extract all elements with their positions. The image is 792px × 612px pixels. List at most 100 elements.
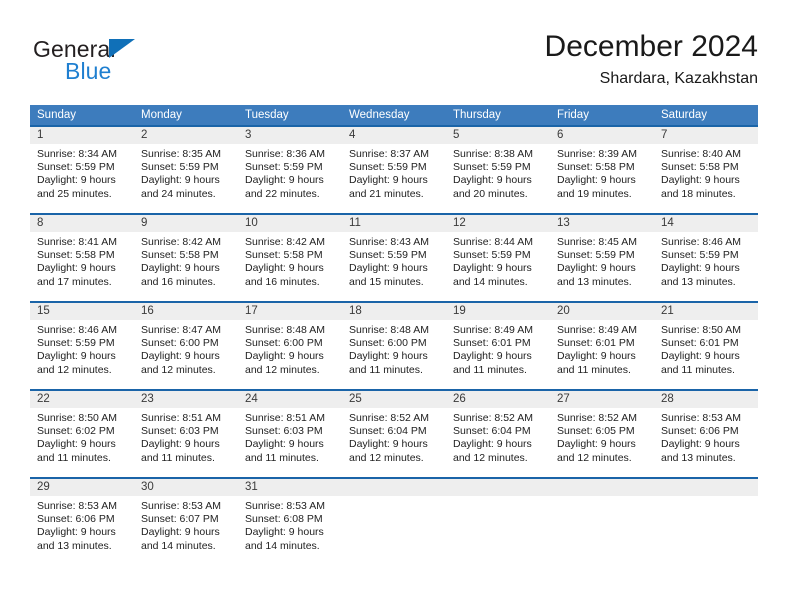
calendar-day-cell[interactable]: 3 Sunrise: 8:36 AM Sunset: 5:59 PM Dayli… bbox=[238, 125, 342, 214]
calendar-day-cell[interactable]: 6 Sunrise: 8:39 AM Sunset: 5:58 PM Dayli… bbox=[550, 125, 654, 214]
sunrise-text: Sunrise: 8:36 AM bbox=[245, 148, 325, 160]
day-number: 7 bbox=[654, 127, 758, 144]
day-details: Sunrise: 8:50 AM Sunset: 6:02 PM Dayligh… bbox=[30, 408, 134, 465]
sunset-text: Sunset: 6:00 PM bbox=[245, 337, 323, 350]
day-details: Sunrise: 8:52 AM Sunset: 6:05 PM Dayligh… bbox=[550, 408, 654, 465]
day-number: 24 bbox=[238, 391, 342, 408]
calendar-day-cell[interactable]: 4 Sunrise: 8:37 AM Sunset: 5:59 PM Dayli… bbox=[342, 125, 446, 214]
calendar-day-cell[interactable]: 24 Sunrise: 8:51 AM Sunset: 6:03 PM Dayl… bbox=[238, 389, 342, 478]
daylight-text-line2: and 24 minutes. bbox=[141, 187, 216, 200]
day-number: 23 bbox=[134, 391, 238, 408]
calendar-day-cell[interactable]: 9 Sunrise: 8:42 AM Sunset: 5:58 PM Dayli… bbox=[134, 213, 238, 302]
day-number: 2 bbox=[134, 127, 238, 144]
general-blue-logo[interactable]: General Blue bbox=[33, 36, 233, 92]
day-details: Sunrise: 8:49 AM Sunset: 6:01 PM Dayligh… bbox=[550, 320, 654, 377]
calendar-day-cell[interactable]: 22 Sunrise: 8:50 AM Sunset: 6:02 PM Dayl… bbox=[30, 389, 134, 478]
daylight-text-line2: and 11 minutes. bbox=[453, 363, 527, 376]
sunrise-text: Sunrise: 8:53 AM bbox=[37, 500, 117, 512]
sunset-text: Sunset: 6:01 PM bbox=[661, 337, 739, 350]
day-details: Sunrise: 8:48 AM Sunset: 6:00 PM Dayligh… bbox=[238, 320, 342, 377]
calendar-day-cell[interactable]: 31 Sunrise: 8:53 AM Sunset: 6:08 PM Dayl… bbox=[238, 477, 342, 566]
calendar-day-cell[interactable]: 2 Sunrise: 8:35 AM Sunset: 5:59 PM Dayli… bbox=[134, 125, 238, 214]
daylight-text-line2: and 11 minutes. bbox=[349, 363, 423, 376]
day-number: 8 bbox=[30, 215, 134, 232]
sunset-text: Sunset: 6:07 PM bbox=[141, 513, 219, 526]
day-number: 19 bbox=[446, 303, 550, 320]
day-details: Sunrise: 8:34 AM Sunset: 5:59 PM Dayligh… bbox=[30, 144, 134, 201]
weekday-header-thursday: Thursday bbox=[446, 105, 550, 126]
day-number: 28 bbox=[654, 391, 758, 408]
daylight-text-line1: Daylight: 9 hours bbox=[245, 526, 324, 539]
calendar-day-cell[interactable]: 25 Sunrise: 8:52 AM Sunset: 6:04 PM Dayl… bbox=[342, 389, 446, 478]
daylight-text-line1: Daylight: 9 hours bbox=[245, 438, 324, 451]
daylight-text-line2: and 12 minutes. bbox=[245, 363, 320, 376]
sunrise-text: Sunrise: 8:48 AM bbox=[245, 324, 325, 336]
calendar-empty-cell bbox=[446, 477, 550, 566]
sunrise-text: Sunrise: 8:39 AM bbox=[557, 148, 637, 160]
calendar-day-cell[interactable]: 23 Sunrise: 8:51 AM Sunset: 6:03 PM Dayl… bbox=[134, 389, 238, 478]
sunset-text: Sunset: 5:59 PM bbox=[141, 161, 219, 174]
day-number: 17 bbox=[238, 303, 342, 320]
sunrise-sunset-calendar-table: Sunday Monday Tuesday Wednesday Thursday… bbox=[30, 105, 758, 566]
day-details: Sunrise: 8:44 AM Sunset: 5:59 PM Dayligh… bbox=[446, 232, 550, 289]
calendar-day-cell[interactable]: 1 Sunrise: 8:34 AM Sunset: 5:59 PM Dayli… bbox=[30, 125, 134, 214]
calendar-day-cell[interactable]: 26 Sunrise: 8:52 AM Sunset: 6:04 PM Dayl… bbox=[446, 389, 550, 478]
calendar-day-cell[interactable]: 18 Sunrise: 8:48 AM Sunset: 6:00 PM Dayl… bbox=[342, 301, 446, 390]
calendar-day-cell[interactable]: 19 Sunrise: 8:49 AM Sunset: 6:01 PM Dayl… bbox=[446, 301, 550, 390]
calendar-day-cell[interactable]: 10 Sunrise: 8:42 AM Sunset: 5:58 PM Dayl… bbox=[238, 213, 342, 302]
calendar-day-cell[interactable]: 29 Sunrise: 8:53 AM Sunset: 6:06 PM Dayl… bbox=[30, 477, 134, 566]
calendar-week-row: 8 Sunrise: 8:41 AM Sunset: 5:58 PM Dayli… bbox=[30, 213, 758, 302]
calendar-day-cell[interactable]: 14 Sunrise: 8:46 AM Sunset: 5:59 PM Dayl… bbox=[654, 213, 758, 302]
weekday-header-wednesday: Wednesday bbox=[342, 105, 446, 126]
calendar-day-cell[interactable]: 5 Sunrise: 8:38 AM Sunset: 5:59 PM Dayli… bbox=[446, 125, 550, 214]
calendar-day-cell[interactable]: 8 Sunrise: 8:41 AM Sunset: 5:58 PM Dayli… bbox=[30, 213, 134, 302]
daylight-text-line1: Daylight: 9 hours bbox=[37, 350, 116, 363]
day-details: Sunrise: 8:43 AM Sunset: 5:59 PM Dayligh… bbox=[342, 232, 446, 289]
calendar-day-cell[interactable]: 15 Sunrise: 8:46 AM Sunset: 5:59 PM Dayl… bbox=[30, 301, 134, 390]
sunset-text: Sunset: 5:59 PM bbox=[453, 249, 531, 262]
daylight-text-line1: Daylight: 9 hours bbox=[453, 438, 532, 451]
sunrise-text: Sunrise: 8:40 AM bbox=[661, 148, 741, 160]
sunrise-text: Sunrise: 8:37 AM bbox=[349, 148, 429, 160]
day-details: Sunrise: 8:41 AM Sunset: 5:58 PM Dayligh… bbox=[30, 232, 134, 289]
day-number: 14 bbox=[654, 215, 758, 232]
daylight-text-line2: and 14 minutes. bbox=[245, 539, 320, 552]
sunrise-text: Sunrise: 8:38 AM bbox=[453, 148, 533, 160]
day-details: Sunrise: 8:51 AM Sunset: 6:03 PM Dayligh… bbox=[134, 408, 238, 465]
calendar-week-row: 29 Sunrise: 8:53 AM Sunset: 6:06 PM Dayl… bbox=[30, 477, 758, 566]
day-details: Sunrise: 8:45 AM Sunset: 5:59 PM Dayligh… bbox=[550, 232, 654, 289]
calendar-day-cell[interactable]: 16 Sunrise: 8:47 AM Sunset: 6:00 PM Dayl… bbox=[134, 301, 238, 390]
calendar-day-cell[interactable]: 20 Sunrise: 8:49 AM Sunset: 6:01 PM Dayl… bbox=[550, 301, 654, 390]
calendar-day-cell[interactable]: 27 Sunrise: 8:52 AM Sunset: 6:05 PM Dayl… bbox=[550, 389, 654, 478]
sunrise-text: Sunrise: 8:35 AM bbox=[141, 148, 221, 160]
calendar-day-cell[interactable]: 28 Sunrise: 8:53 AM Sunset: 6:06 PM Dayl… bbox=[654, 389, 758, 478]
daylight-text-line2: and 16 minutes. bbox=[141, 275, 216, 288]
day-number: 22 bbox=[30, 391, 134, 408]
daylight-text-line2: and 14 minutes. bbox=[141, 539, 216, 552]
sunset-text: Sunset: 5:59 PM bbox=[661, 249, 739, 262]
calendar-day-cell[interactable]: 7 Sunrise: 8:40 AM Sunset: 5:58 PM Dayli… bbox=[654, 125, 758, 214]
day-number: 29 bbox=[30, 479, 134, 496]
sunset-text: Sunset: 6:01 PM bbox=[557, 337, 635, 350]
calendar-day-cell[interactable]: 30 Sunrise: 8:53 AM Sunset: 6:07 PM Dayl… bbox=[134, 477, 238, 566]
sunset-text: Sunset: 5:59 PM bbox=[245, 161, 323, 174]
sunrise-text: Sunrise: 8:52 AM bbox=[349, 412, 429, 424]
daylight-text-line2: and 11 minutes. bbox=[245, 451, 319, 464]
sunrise-text: Sunrise: 8:50 AM bbox=[37, 412, 117, 424]
sunrise-text: Sunrise: 8:49 AM bbox=[557, 324, 637, 336]
day-details: Sunrise: 8:36 AM Sunset: 5:59 PM Dayligh… bbox=[238, 144, 342, 201]
day-details: Sunrise: 8:47 AM Sunset: 6:00 PM Dayligh… bbox=[134, 320, 238, 377]
sunrise-text: Sunrise: 8:42 AM bbox=[245, 236, 325, 248]
daylight-text-line1: Daylight: 9 hours bbox=[557, 350, 636, 363]
daylight-text-line2: and 12 minutes. bbox=[37, 363, 112, 376]
daylight-text-line1: Daylight: 9 hours bbox=[349, 438, 428, 451]
calendar-day-cell[interactable]: 17 Sunrise: 8:48 AM Sunset: 6:00 PM Dayl… bbox=[238, 301, 342, 390]
calendar-day-cell[interactable]: 21 Sunrise: 8:50 AM Sunset: 6:01 PM Dayl… bbox=[654, 301, 758, 390]
daylight-text-line1: Daylight: 9 hours bbox=[141, 350, 220, 363]
calendar-day-cell[interactable]: 13 Sunrise: 8:45 AM Sunset: 5:59 PM Dayl… bbox=[550, 213, 654, 302]
daylight-text-line2: and 18 minutes. bbox=[661, 187, 736, 200]
day-number: 27 bbox=[550, 391, 654, 408]
day-details: Sunrise: 8:53 AM Sunset: 6:06 PM Dayligh… bbox=[30, 496, 134, 553]
calendar-day-cell[interactable]: 12 Sunrise: 8:44 AM Sunset: 5:59 PM Dayl… bbox=[446, 213, 550, 302]
calendar-day-cell[interactable]: 11 Sunrise: 8:43 AM Sunset: 5:59 PM Dayl… bbox=[342, 213, 446, 302]
